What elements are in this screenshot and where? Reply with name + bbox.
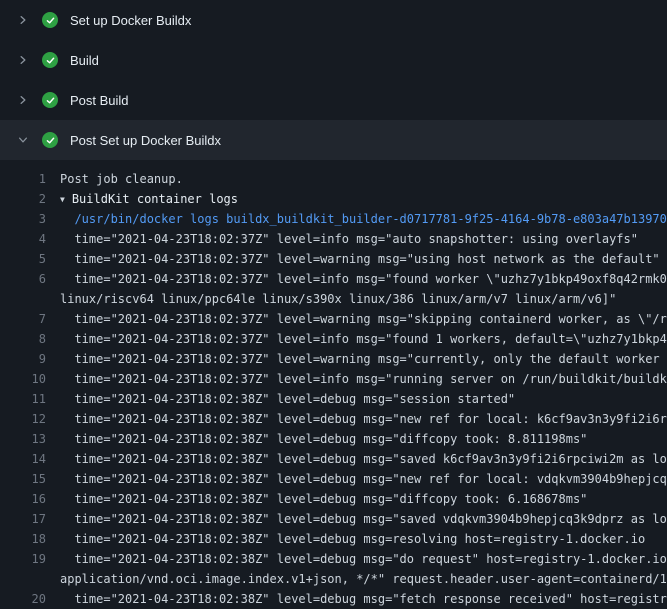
log-line: 9 time="2021-04-23T18:02:37Z" level=warn… [0,349,667,369]
log-wrap-line: linux/riscv64 linux/ppc64le linux/s390x … [0,289,667,309]
log-line: 8 time="2021-04-23T18:02:37Z" level=info… [0,329,667,349]
log-line: 11 time="2021-04-23T18:02:38Z" level=deb… [0,389,667,409]
log-line: 13 time="2021-04-23T18:02:38Z" level=deb… [0,429,667,449]
line-number[interactable]: 6 [0,269,46,289]
log-line: 15 time="2021-04-23T18:02:38Z" level=deb… [0,469,667,489]
log-text: time="2021-04-23T18:02:38Z" level=debug … [60,549,667,569]
success-check-icon [42,12,58,28]
log-line: 7 time="2021-04-23T18:02:37Z" level=warn… [0,309,667,329]
log-line: 12 time="2021-04-23T18:02:38Z" level=deb… [0,409,667,429]
line-number[interactable]: 20 [0,589,46,609]
chevron-right-icon [16,53,30,67]
group-expand-arrow-icon: ▼ [60,190,65,210]
log-line: 19 time="2021-04-23T18:02:38Z" level=deb… [0,549,667,569]
log-line: 17 time="2021-04-23T18:02:38Z" level=deb… [0,509,667,529]
log-line: 14 time="2021-04-23T18:02:38Z" level=deb… [0,449,667,469]
line-number[interactable]: 14 [0,449,46,469]
group-title: BuildKit container logs [72,192,238,206]
log-text: time="2021-04-23T18:02:37Z" level=info m… [60,369,667,389]
log-output: 1 Post job cleanup. 2 ▼ BuildKit container l… [0,160,667,609]
log-text: time="2021-04-23T18:02:38Z" level=debug … [60,449,667,469]
log-text: time="2021-04-23T18:02:38Z" level=debug … [60,489,667,509]
log-line: 4 time="2021-04-23T18:02:37Z" level=info… [0,229,667,249]
log-text: time="2021-04-23T18:02:37Z" level=info m… [60,229,667,249]
line-number[interactable]: 15 [0,469,46,489]
chevron-right-icon [16,93,30,107]
log-text: linux/riscv64 linux/ppc64le linux/s390x … [60,289,667,309]
line-number[interactable]: 5 [0,249,46,269]
step-title: Post Set up Docker Buildx [70,133,221,148]
log-line: 20 time="2021-04-23T18:02:38Z" level=deb… [0,589,667,609]
success-check-icon [42,92,58,108]
log-wrap-line: application/vnd.oci.image.index.v1+json,… [0,569,667,589]
line-number[interactable]: 17 [0,509,46,529]
line-number[interactable]: 12 [0,409,46,429]
log-text: application/vnd.oci.image.index.v1+json,… [60,569,667,589]
step-title: Post Build [70,93,129,108]
line-number[interactable]: 13 [0,429,46,449]
line-number[interactable]: 8 [0,329,46,349]
log-line: 16 time="2021-04-23T18:02:38Z" level=deb… [0,489,667,509]
step-title: Set up Docker Buildx [70,13,191,28]
line-number[interactable]: 9 [0,349,46,369]
chevron-right-icon [16,13,30,27]
step-header-post-build[interactable]: Post Build [0,80,667,120]
line-number[interactable]: 4 [0,229,46,249]
log-text: time="2021-04-23T18:02:38Z" level=debug … [60,529,667,549]
log-line: 1 Post job cleanup. [0,169,667,189]
log-group-line: 2 ▼ BuildKit container logs [0,189,667,209]
log-line: 5 time="2021-04-23T18:02:37Z" level=warn… [0,249,667,269]
success-check-icon [42,52,58,68]
line-number[interactable]: 19 [0,549,46,569]
line-number[interactable]: 11 [0,389,46,409]
log-text: time="2021-04-23T18:02:38Z" level=debug … [60,509,667,529]
line-number[interactable]: 7 [0,309,46,329]
log-text: time="2021-04-23T18:02:38Z" level=debug … [60,389,667,409]
log-text: time="2021-04-23T18:02:38Z" level=debug … [60,589,667,609]
log-line: 6 time="2021-04-23T18:02:37Z" level=info… [0,269,667,289]
line-number[interactable]: 1 [0,169,46,189]
workflow-steps-list: Set up Docker Buildx Build Post Build Post … [0,0,667,160]
step-title: Build [70,53,99,68]
chevron-down-icon [16,133,30,147]
log-text[interactable]: ▼ BuildKit container logs [60,189,667,211]
step-header-build[interactable]: Build [0,40,667,80]
line-number[interactable]: 2 [0,189,46,209]
success-check-icon [42,132,58,148]
log-line: 10 time="2021-04-23T18:02:37Z" level=inf… [0,369,667,389]
log-line: 18 time="2021-04-23T18:02:38Z" level=deb… [0,529,667,549]
log-command-line: 3 /usr/bin/docker logs buildx_buildkit_b… [0,209,667,229]
log-text: time="2021-04-23T18:02:38Z" level=debug … [60,429,667,449]
step-header-post-set-up-docker-buildx[interactable]: Post Set up Docker Buildx [0,120,667,160]
line-number[interactable]: 16 [0,489,46,509]
log-text: time="2021-04-23T18:02:37Z" level=warnin… [60,249,667,269]
line-number[interactable]: 18 [0,529,46,549]
log-text: /usr/bin/docker logs buildx_buildkit_bui… [60,209,667,229]
log-text: time="2021-04-23T18:02:37Z" level=info m… [60,269,667,289]
log-text: time="2021-04-23T18:02:37Z" level=warnin… [60,349,667,369]
line-number[interactable]: 10 [0,369,46,389]
log-text: time="2021-04-23T18:02:37Z" level=warnin… [60,309,667,329]
log-text: Post job cleanup. [60,169,667,189]
line-number[interactable]: 3 [0,209,46,229]
log-text: time="2021-04-23T18:02:38Z" level=debug … [60,409,667,429]
step-header-set-up-docker-buildx[interactable]: Set up Docker Buildx [0,0,667,40]
log-text: time="2021-04-23T18:02:37Z" level=info m… [60,329,667,349]
log-text: time="2021-04-23T18:02:38Z" level=debug … [60,469,667,489]
